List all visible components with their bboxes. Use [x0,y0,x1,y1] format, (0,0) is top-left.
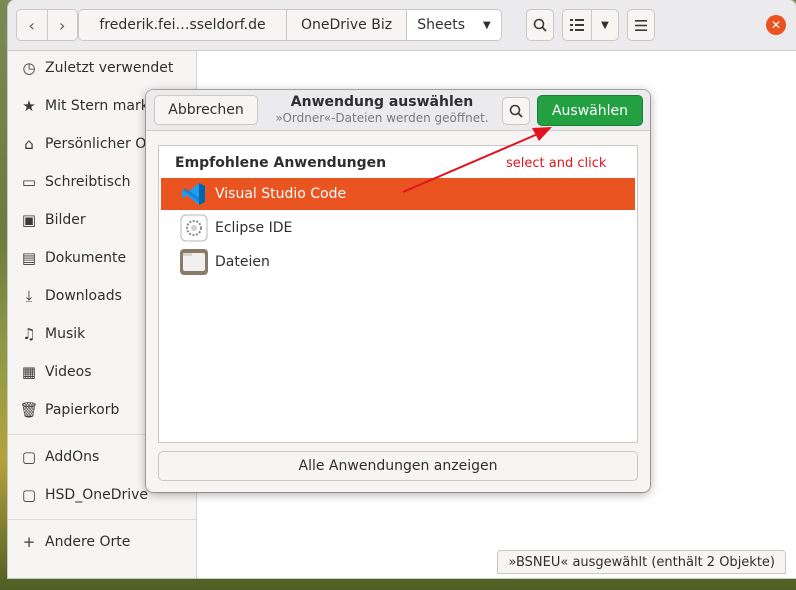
breadcrumb-item[interactable]: OneDrive Biz [286,9,406,41]
app-row-files[interactable]: Dateien [161,246,635,278]
documents-icon: ▤ [21,249,37,267]
clock-icon: ◷ [22,59,36,77]
plus-icon: + [22,533,36,551]
sidebar-item-label: Schreibtisch [45,174,131,190]
folder-icon: ▢ [21,486,37,504]
chevron-down-icon: ▼ [483,19,491,31]
home-icon: ⌂ [24,135,34,153]
music-icon: ♫ [22,325,36,343]
cancel-label: Abbrechen [168,102,244,118]
view-options-button[interactable]: ▼ [591,9,619,41]
sidebar-item-recent[interactable]: ◷ Zuletzt verwendet [8,49,196,87]
sidebar-item-other-locations[interactable]: + Andere Orte [8,523,196,561]
files-icon [179,247,209,277]
app-label: Visual Studio Code [215,186,347,202]
sidebar-item-label: Bilder [45,212,86,228]
sidebar-item-label: Dokumente [45,250,127,266]
breadcrumb-item[interactable]: frederik.fei…sseldorf.de [78,9,286,41]
star-icon: ★ [22,97,36,115]
sidebar-item-label: HSD_OneDrive [45,487,149,503]
app-row-eclipse[interactable]: Eclipse IDE [161,212,635,244]
trash-icon: 🗑 [19,401,39,419]
menu-button[interactable] [627,9,655,41]
eclipse-icon [179,213,209,243]
app-label: Eclipse IDE [215,220,293,236]
chevron-down-icon: ▼ [601,19,609,31]
dialog-subtitle: »Ordner«-Dateien werden geöffnet. [275,111,489,125]
show-all-apps-label: Alle Anwendungen anzeigen [298,458,498,474]
breadcrumb-item-current[interactable]: Sheets ▼ [406,9,502,41]
dialog-header: Abbrechen Anwendung auswählen »Ordner«-D… [146,90,650,131]
chevron-right-icon: › [59,15,66,35]
list-view-icon [570,19,584,31]
select-button[interactable]: Auswählen [537,95,643,126]
sidebar-item-label: Videos [45,364,92,380]
search-icon [509,104,523,118]
sidebar-separator [8,519,196,520]
select-label: Auswählen [551,102,629,119]
download-icon: ⤓ [25,287,33,305]
folder-icon: ▢ [21,448,37,466]
list-heading: Empfohlene Anwendungen [175,155,387,171]
pictures-icon: ▣ [21,211,37,229]
forward-button[interactable]: › [46,9,78,41]
breadcrumb-label: Sheets [417,17,466,33]
sidebar-item-label: Papierkorb [45,402,120,418]
breadcrumb: frederik.fei…sseldorf.de OneDrive Biz Sh… [78,9,502,41]
videos-icon: ▦ [21,363,37,381]
cancel-button[interactable]: Abbrechen [154,95,258,125]
back-button[interactable]: ‹ [16,9,47,41]
navigation-buttons: ‹ › [16,9,78,41]
annotation-text: select and click [506,156,607,171]
sidebar-item-label: Downloads [45,288,122,304]
status-text: »BSNEU« ausgewählt (enthält 2 Objekte) [508,554,775,570]
breadcrumb-label: OneDrive Biz [300,17,393,33]
status-bar: »BSNEU« ausgewählt (enthält 2 Objekte) [497,550,786,574]
view-toggle-button[interactable] [562,9,592,41]
close-icon: ✕ [770,18,782,32]
dialog-title: Anwendung auswählen [290,94,474,110]
sidebar-item-label: Musik [45,326,86,342]
search-icon [533,18,547,32]
app-chooser-dialog: Abbrechen Anwendung auswählen »Ordner«-D… [146,90,650,492]
desktop-icon: ▭ [21,173,37,191]
breadcrumb-label: frederik.fei…sseldorf.de [99,17,266,33]
hamburger-icon [635,19,647,31]
show-all-apps-button[interactable]: Alle Anwendungen anzeigen [158,451,638,481]
sidebar-item-label: AddOns [45,449,100,465]
vscode-icon [179,179,209,209]
app-row-vscode[interactable]: Visual Studio Code [161,178,635,210]
search-button[interactable] [502,97,530,125]
window-close-button[interactable]: ✕ [766,15,786,35]
app-list: Empfohlene Anwendungen Visual Studio Cod… [158,145,638,443]
app-label: Dateien [215,254,270,270]
chevron-left-icon: ‹ [28,15,35,35]
sidebar-item-label: Andere Orte [45,534,131,550]
search-button[interactable] [526,9,554,41]
sidebar-item-label: Zuletzt verwendet [45,60,174,76]
header-bar: ‹ › frederik.fei…sseldorf.de OneDrive Bi… [8,0,796,51]
